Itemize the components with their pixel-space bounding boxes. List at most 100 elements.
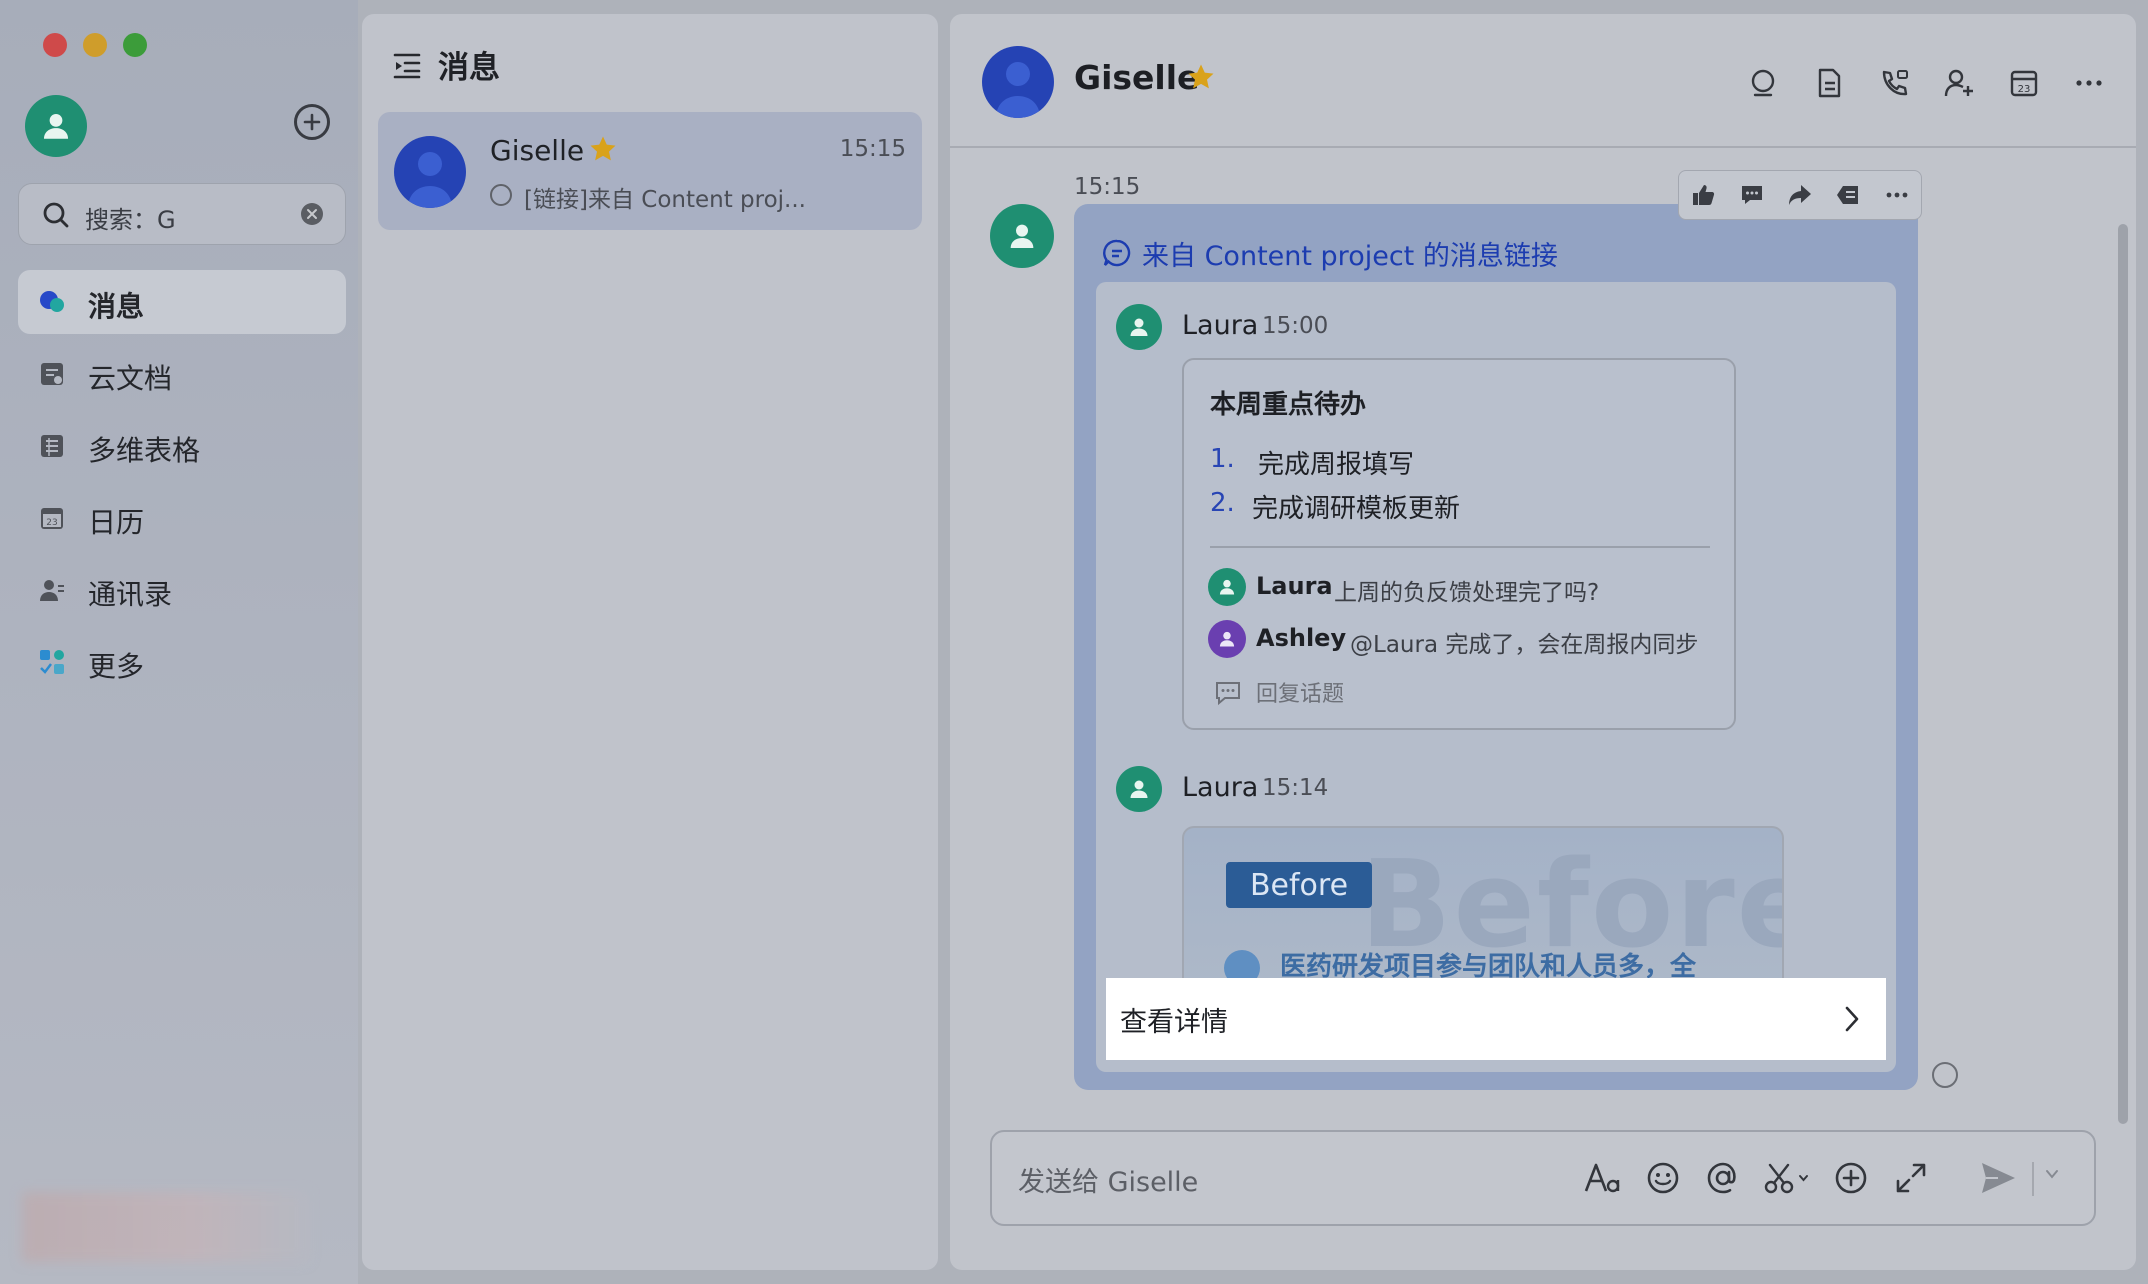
window-minimize-button[interactable] [83,33,107,57]
add-button[interactable] [294,104,330,140]
search-icon [1751,69,1775,97]
todo-item: 完成周报填写 [1258,450,1415,480]
sender-time: 15:14 [1262,775,1329,801]
chat-header: Giselle 23 [950,14,2136,148]
message-timestamp: 15:15 [1074,174,1141,200]
sidebar-footer-blur [22,1192,308,1262]
sidebar: 搜索：G 消息 云文档 多维表格 23 日历 通讯录 更多 [0,0,358,1284]
format-text-button[interactable] [1584,1158,1622,1198]
docs-button[interactable] [1812,66,1846,100]
sidebar-item-contacts[interactable]: 通讯录 [18,558,346,622]
message-input[interactable]: 发送给 Giselle [1018,1160,1198,1199]
chat-link-icon [1103,239,1131,267]
sidebar-item-docs[interactable]: 云文档 [18,342,346,406]
sidebar-item-label: 通讯录 [88,578,173,611]
svg-text:23: 23 [2018,84,2031,95]
person-icon [1130,780,1148,798]
sidebar-item-bitable[interactable]: 多维表格 [18,414,346,478]
avatar[interactable] [982,46,1054,118]
comment-text: @Laura 完成了，会在周报内同步 [1350,632,1699,658]
message-list-panel: 消息 Giselle 15:15 [链接]来自 Content proj... [362,14,938,1270]
comment-text: 上周的负反馈处理完了吗? [1334,580,1600,606]
avatar [1116,766,1162,812]
emoji-button[interactable] [1644,1158,1682,1198]
sidebar-item-label: 消息 [88,290,145,323]
chevron-down-icon[interactable] [2044,1166,2060,1182]
thumbs-up-icon [1693,185,1715,205]
svg-text:23: 23 [46,518,57,528]
comment-author: Laura [1256,572,1333,600]
forward-icon [1788,185,1811,205]
chat-title: Giselle [1074,58,1200,97]
messages-icon [40,291,64,312]
person-icon [1130,318,1148,336]
text-format-icon [1584,1163,1620,1193]
avatar[interactable] [25,95,87,157]
reply-icon [1216,682,1240,706]
window-close-button[interactable] [43,33,67,57]
link-title[interactable]: 来自 Content project 的消息链接 [1142,234,1558,273]
like-button[interactable] [1688,180,1718,210]
chat-name: Giselle [490,134,585,167]
screenshot-button[interactable] [1764,1158,1810,1198]
avatar[interactable] [990,204,1054,268]
chat-preview: [链接]来自 Content proj... [524,187,806,213]
person-icon [1219,579,1235,595]
sidebar-item-calendar[interactable]: 23 日历 [18,486,346,550]
todo-item: 完成调研模板更新 [1252,494,1461,524]
window-zoom-button[interactable] [123,33,147,57]
docs-icon [41,363,63,385]
add-attachment-button[interactable] [1832,1158,1870,1198]
view-details-label: 查看详情 [1120,1007,1228,1038]
person-icon [996,62,1040,118]
forward-button[interactable] [1785,180,1815,210]
emoji-icon [1647,1162,1679,1194]
clear-search-button[interactable] [301,203,323,225]
expand-composer-button[interactable] [1892,1158,1930,1198]
at-icon [1707,1162,1736,1194]
message-action-toolbar [1678,170,1922,220]
unread-ring-icon [490,184,512,206]
view-details-button[interactable]: 查看详情 [1106,978,1886,1060]
search-input[interactable]: 搜索：G [85,200,176,235]
send-icon[interactable] [1978,1158,2018,1198]
star-icon [590,136,616,161]
list-number: 2. [1210,488,1235,518]
person-icon [1010,224,1034,248]
reply-button[interactable] [1737,180,1767,210]
chat-time: 15:15 [839,136,906,162]
reply-thread-link[interactable]: 回复话题 [1256,676,1344,708]
sidebar-item-messages[interactable]: 消息 [18,270,346,334]
scrollbar[interactable] [2118,224,2128,1124]
avatar [1116,304,1162,350]
search-chat-button[interactable] [1747,66,1781,100]
mention-button[interactable] [1704,1158,1742,1198]
star-icon [1188,64,1214,89]
divider [2032,1162,2034,1196]
calendar-button[interactable]: 23 [2007,66,2041,100]
forwarded-messages: Laura 15:00 本周重点待办 1. 完成周报填写 2. 完成调研模板更新… [1096,282,1896,1072]
collapse-list-icon[interactable] [392,50,422,80]
person-icon [408,152,452,208]
avatar [1208,568,1246,606]
quote-button[interactable] [1833,180,1863,210]
header-toolbar: 23 [1747,66,2106,100]
sidebar-item-more[interactable]: 更多 [18,630,346,694]
composer-toolbar [1584,1158,1930,1198]
list-item[interactable]: Giselle 15:15 [链接]来自 Content proj... [378,112,922,230]
read-status-icon [1932,1062,1958,1088]
table-icon [41,435,63,457]
message-composer[interactable]: 发送给 Giselle [990,1130,2096,1226]
more-button[interactable] [2072,66,2106,100]
card-title: 本周重点待办 [1210,390,1367,420]
sidebar-item-label: 多维表格 [88,434,201,467]
todo-card[interactable]: 本周重点待办 1. 完成周报填写 2. 完成调研模板更新 Laura 上周的负反… [1182,358,1736,730]
apps-grid-icon [40,650,64,674]
message-bubble[interactable]: 来自 Content project 的消息链接 Laura 15:00 本周重… [1074,204,1918,1090]
more-actions-button[interactable] [1882,180,1912,210]
search-field[interactable]: 搜索：G [18,183,346,245]
call-button[interactable] [1877,66,1911,100]
add-member-button[interactable] [1942,66,1976,100]
person-icon [43,113,69,139]
search-icon [43,202,69,228]
